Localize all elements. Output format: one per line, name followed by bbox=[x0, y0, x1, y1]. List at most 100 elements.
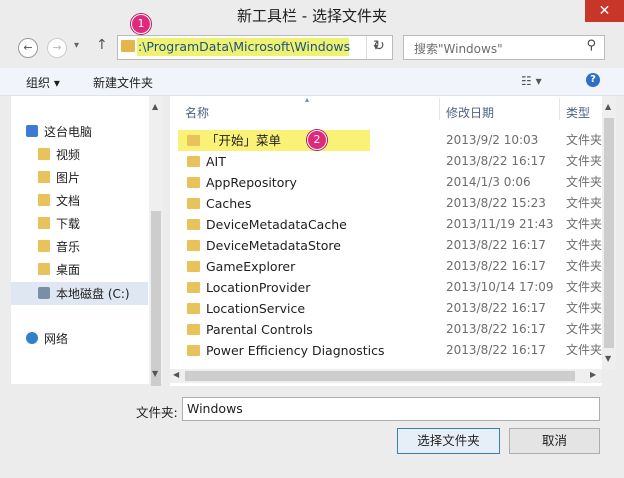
window-title: 新工具栏 - 选择文件夹 bbox=[237, 7, 387, 25]
address-path[interactable]: :\ProgramData\Microsoft\Windows bbox=[138, 39, 350, 54]
close-button[interactable]: ✕ bbox=[585, 0, 624, 22]
sidebar-item-label: 本地磁盘 (C:) bbox=[56, 287, 130, 301]
folder-field[interactable]: Windows bbox=[182, 397, 600, 421]
file-type: 文件夹 bbox=[566, 343, 603, 357]
file-name: AIT bbox=[206, 154, 226, 169]
column-divider[interactable] bbox=[439, 98, 440, 120]
view-options-icon[interactable]: ☷ ▾ bbox=[521, 74, 542, 88]
file-type: 文件夹 bbox=[566, 133, 603, 147]
sidebar-item-documents[interactable]: 文档 bbox=[38, 191, 80, 211]
folder-icon bbox=[187, 303, 200, 314]
sidebar-item-network[interactable]: 网络 bbox=[26, 329, 68, 349]
file-date: 2014/1/3 0:06 bbox=[446, 175, 531, 189]
file-type: 文件夹 bbox=[566, 217, 603, 231]
drive-icon bbox=[38, 287, 50, 299]
file-list-hscrollbar[interactable]: ◀ ▶ bbox=[170, 369, 602, 383]
folder-icon bbox=[187, 219, 200, 230]
folder-icon bbox=[187, 261, 200, 272]
table-row[interactable]: LocationService 2013/8/22 16:17 文件夹 bbox=[178, 298, 602, 319]
table-row[interactable]: Power Efficiency Diagnostics 2013/8/22 1… bbox=[178, 340, 602, 361]
table-row-meta: 2013/9/2 10:03 文件夹 bbox=[178, 130, 602, 151]
sidebar-item-label: 视频 bbox=[56, 148, 81, 162]
sidebar-item-label: 音乐 bbox=[56, 240, 81, 254]
sidebar-item-music[interactable]: 音乐 bbox=[38, 237, 80, 257]
refresh-icon[interactable]: ↻ bbox=[369, 36, 389, 57]
folder-icon bbox=[187, 156, 200, 167]
cancel-button[interactable]: 取消 bbox=[509, 428, 600, 454]
file-list-vscrollbar[interactable]: ▲ ▼ bbox=[602, 96, 616, 369]
file-type: 文件夹 bbox=[566, 259, 603, 273]
sidebar-item-downloads[interactable]: 下载 bbox=[38, 214, 80, 234]
search-icon[interactable]: ⚲ bbox=[586, 38, 596, 53]
file-name: LocationService bbox=[206, 301, 306, 316]
file-type: 文件夹 bbox=[566, 175, 603, 189]
column-date[interactable]: 修改日期 bbox=[446, 104, 494, 121]
back-button[interactable]: ← bbox=[18, 38, 38, 58]
video-folder-icon bbox=[38, 148, 50, 160]
sidebar-item-label: 文档 bbox=[56, 194, 81, 208]
search-box[interactable]: 搜索"Windows" ⚲ bbox=[403, 35, 605, 60]
address-bar[interactable]: :\ProgramData\Microsoft\Windows ▾ bbox=[117, 35, 393, 60]
file-date: 2013/8/22 16:17 bbox=[446, 238, 546, 252]
command-toolbar: 组织 ▾ 新建文件夹 ☷ ▾ ? bbox=[0, 68, 624, 96]
sidebar-item-label: 下载 bbox=[56, 217, 81, 231]
table-row[interactable]: GameExplorer 2013/8/22 16:17 文件夹 bbox=[178, 256, 602, 277]
file-type: 文件夹 bbox=[566, 154, 603, 168]
folder-field-value[interactable]: Windows bbox=[187, 401, 243, 416]
folder-icon bbox=[187, 324, 200, 335]
sidebar-item-local-disk[interactable]: 本地磁盘 (C:) bbox=[38, 284, 130, 304]
table-row[interactable]: Caches 2013/8/22 15:23 文件夹 bbox=[178, 193, 602, 214]
help-icon[interactable]: ? bbox=[586, 73, 600, 87]
file-date: 2013/9/2 10:03 bbox=[446, 133, 539, 147]
file-date: 2013/10/14 17:09 bbox=[446, 280, 554, 294]
sidebar-item-videos[interactable]: 视频 bbox=[38, 145, 80, 165]
table-row[interactable]: Parental Controls 2013/8/22 16:17 文件夹 bbox=[178, 319, 602, 340]
recent-locations-icon[interactable]: ▾ bbox=[74, 40, 79, 51]
table-row[interactable]: DeviceMetadataCache 2013/11/19 21:43 文件夹 bbox=[178, 214, 602, 235]
file-name: LocationProvider bbox=[206, 280, 311, 295]
network-icon bbox=[26, 332, 38, 344]
table-row[interactable]: AIT 2013/8/22 16:17 文件夹 bbox=[178, 151, 602, 172]
sort-arrow-icon: ▴ bbox=[305, 95, 310, 104]
folder-icon bbox=[187, 282, 200, 293]
computer-icon bbox=[26, 125, 38, 137]
column-name[interactable]: 名称 bbox=[185, 104, 209, 121]
table-row[interactable]: LocationProvider 2013/10/14 17:09 文件夹 bbox=[178, 277, 602, 298]
nav-pane-scrollbar[interactable]: ▲ ▼ bbox=[149, 96, 163, 466]
folder-icon bbox=[121, 40, 135, 52]
pictures-folder-icon bbox=[38, 171, 50, 183]
search-placeholder: 搜索"Windows" bbox=[414, 42, 503, 56]
file-name: DeviceMetadataCache bbox=[206, 217, 347, 232]
organize-button[interactable]: 组织 ▾ bbox=[26, 74, 60, 91]
sidebar-item-label: 桌面 bbox=[56, 263, 81, 277]
file-date: 2013/8/22 16:17 bbox=[446, 259, 546, 273]
forward-button[interactable]: → bbox=[47, 38, 67, 58]
folder-icon bbox=[187, 177, 200, 188]
table-row[interactable]: AppRepository 2014/1/3 0:06 文件夹 bbox=[178, 172, 602, 193]
column-type[interactable]: 类型 bbox=[566, 104, 590, 121]
file-date: 2013/8/22 16:17 bbox=[446, 301, 546, 315]
desktop-folder-icon bbox=[38, 263, 50, 275]
sidebar-item-label: 图片 bbox=[56, 171, 81, 185]
file-date: 2013/11/19 21:43 bbox=[446, 217, 554, 231]
file-date: 2013/8/22 16:17 bbox=[446, 154, 546, 168]
file-name: Power Efficiency Diagnostics bbox=[206, 343, 385, 358]
sidebar-item-label: 网络 bbox=[44, 332, 69, 346]
file-type: 文件夹 bbox=[566, 238, 603, 252]
file-name: GameExplorer bbox=[206, 259, 296, 274]
downloads-folder-icon bbox=[38, 217, 50, 229]
new-folder-button[interactable]: 新建文件夹 bbox=[93, 74, 153, 91]
title-bar: 新工具栏 - 选择文件夹 ✕ bbox=[0, 0, 624, 28]
sidebar-item-pictures[interactable]: 图片 bbox=[38, 168, 80, 188]
sidebar-item-desktop[interactable]: 桌面 bbox=[38, 260, 80, 280]
column-divider[interactable] bbox=[559, 98, 560, 120]
step-badge-1: 1 bbox=[131, 14, 151, 34]
folder-label: 文件夹: bbox=[136, 405, 178, 420]
table-row[interactable]: DeviceMetadataStore 2013/8/22 16:17 文件夹 bbox=[178, 235, 602, 256]
file-name: Parental Controls bbox=[206, 322, 313, 337]
file-date: 2013/8/22 16:17 bbox=[446, 343, 546, 357]
dialog-footer: 文件夹: Windows 选择文件夹 取消 bbox=[0, 386, 624, 478]
sidebar-item-this-pc[interactable]: 这台电脑 bbox=[26, 122, 92, 142]
up-button[interactable]: ↑ bbox=[96, 37, 108, 53]
select-folder-button[interactable]: 选择文件夹 bbox=[397, 428, 500, 454]
